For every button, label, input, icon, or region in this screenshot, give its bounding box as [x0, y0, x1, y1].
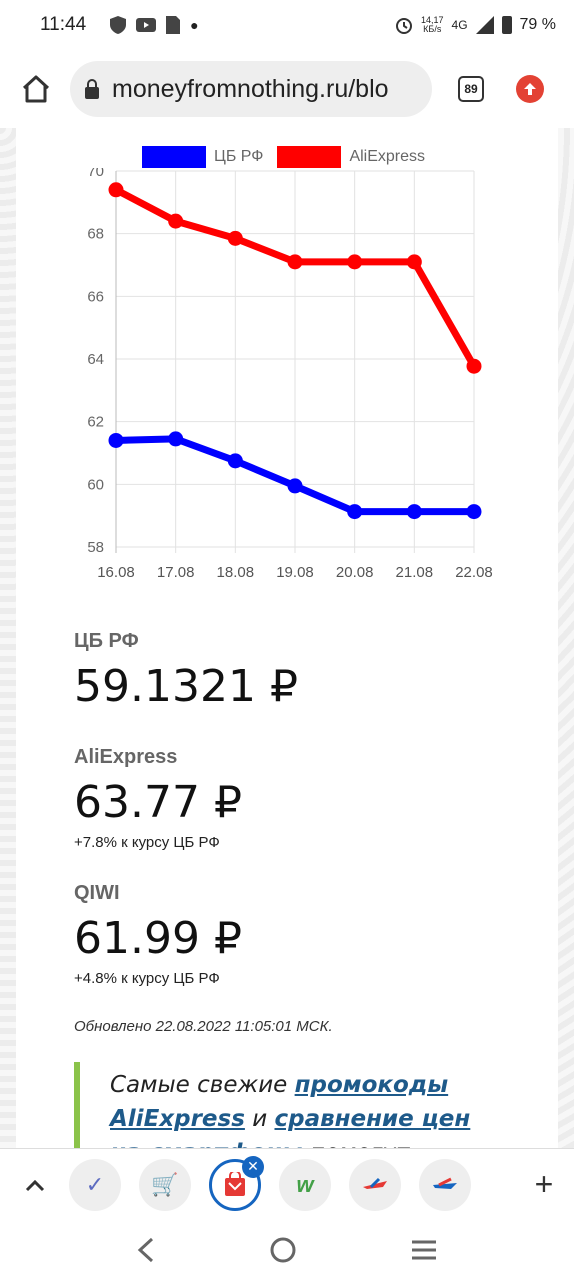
data-point-1 — [168, 213, 184, 229]
lock-icon — [85, 79, 99, 99]
plane-icon — [363, 1177, 387, 1189]
chevron-up-icon — [25, 1179, 45, 1191]
signal-icon — [475, 16, 494, 34]
content-card: ЦБ РФ AliExpress 70 68 66 64 62 60 58 16.08 17.0… — [16, 128, 558, 1148]
expand-tabs-button[interactable] — [10, 1178, 60, 1192]
tab-strip: ✓ 🛒 ✕ w + — [0, 1148, 574, 1220]
browser-toolbar: moneyfromnothing.ru/blo 89 — [0, 50, 574, 128]
tab-favicon-2[interactable]: 🛒 — [139, 1158, 191, 1211]
rate-diff-ali: +7.8% к курсу ЦБ РФ — [74, 834, 220, 851]
chart-legend: ЦБ РФ AliExpress — [142, 146, 425, 168]
shield-icon — [110, 16, 127, 34]
rate-chart: 70 68 66 64 62 60 58 16.08 17.08 18.08 19.08 20.08 2… — [87, 168, 493, 581]
quote-text-mid: и — [244, 1106, 275, 1132]
x-tick-label: 16.08 — [97, 564, 135, 581]
data-point-1 — [347, 254, 363, 270]
new-tab-button[interactable]: + — [524, 1166, 564, 1203]
arrow-up-icon — [524, 83, 536, 95]
data-point-0 — [108, 432, 124, 448]
data-point-0 — [168, 431, 184, 447]
legend-item-ali: AliExpress — [277, 146, 425, 168]
alarm-icon — [395, 18, 412, 34]
rate-label-cbr: ЦБ РФ — [74, 630, 139, 652]
tab-favicon-active[interactable]: ✕ — [209, 1155, 264, 1211]
legend-label-cbr: ЦБ РФ — [214, 148, 264, 165]
tab-favicon-5[interactable] — [349, 1158, 401, 1211]
youtube-icon — [136, 18, 157, 32]
close-tab-icon[interactable]: ✕ — [242, 1155, 264, 1178]
y-tick-label: 64 — [87, 351, 104, 368]
updated-timestamp: Обновлено 22.08.2022 11:05:01 МСК. — [74, 1018, 333, 1035]
tab-switcher-button[interactable]: 89 — [458, 76, 484, 102]
home-icon — [22, 75, 50, 103]
data-point-1 — [227, 230, 243, 246]
legend-item-cbr: ЦБ РФ — [142, 146, 263, 168]
cart-icon: 🛒 — [151, 1171, 179, 1197]
promo-quote: Самые свежие промокоды AliExpress и срав… — [74, 1062, 504, 1148]
battery-level: 79 % — [519, 16, 556, 33]
rate-value-ali: 63.77 ₽ — [74, 777, 242, 828]
y-tick-label: 60 — [87, 476, 104, 493]
rate-block-cbr: ЦБ РФ 59.1321 ₽ — [74, 630, 298, 712]
status-time: 11:44 — [40, 14, 87, 35]
y-tick-label: 70 — [87, 168, 104, 180]
update-button[interactable] — [516, 75, 544, 103]
y-tick-label: 58 — [87, 539, 104, 556]
y-tick-label: 62 — [87, 414, 104, 431]
network-type: 4G — [451, 18, 468, 32]
recents-icon[interactable] — [410, 1239, 438, 1261]
tab-favicon-1[interactable]: ✓ — [69, 1158, 121, 1211]
rate-label-qiwi: QIWI — [74, 882, 120, 904]
data-point-1 — [466, 358, 482, 374]
home-circle-icon[interactable] — [269, 1236, 297, 1264]
network-speed: 14,17 КБ/s — [420, 15, 444, 34]
address-bar[interactable]: moneyfromnothing.ru/blo — [70, 61, 432, 117]
data-point-1 — [287, 254, 303, 270]
checkmark-icon: ✓ — [85, 1171, 105, 1197]
x-tick-label: 21.08 — [396, 564, 434, 581]
rate-block-qiwi: QIWI 61.99 ₽ +4.8% к курсу ЦБ РФ — [74, 882, 242, 987]
url-text: moneyfromnothing.ru/blo — [112, 74, 389, 103]
data-point-0 — [347, 504, 363, 520]
back-icon[interactable] — [136, 1237, 156, 1263]
battery-icon — [501, 16, 512, 34]
x-tick-label: 20.08 — [336, 564, 374, 581]
quote-text-before: Самые свежие — [110, 1072, 295, 1098]
y-tick-label: 66 — [87, 288, 104, 305]
data-point-0 — [406, 504, 422, 520]
rate-diff-qiwi: +4.8% к курсу ЦБ РФ — [74, 970, 220, 987]
quote-text-after: помогут — [302, 1140, 410, 1148]
data-point-0 — [287, 478, 303, 494]
plane-icon-2 — [433, 1177, 457, 1189]
rate-value-qiwi: 61.99 ₽ — [74, 913, 242, 964]
x-tick-label: 18.08 — [217, 564, 255, 581]
status-bar: 11:44 ● 14,17 КБ/s 4G 79 % — [0, 0, 574, 50]
legend-swatch-ali — [277, 146, 342, 168]
data-point-0 — [466, 504, 482, 520]
legend-label-ali: AliExpress — [349, 148, 426, 165]
tab-favicon-4[interactable]: w — [279, 1158, 331, 1211]
web-page[interactable]: ЦБ РФ AliExpress 70 68 66 64 62 60 58 16.08 17.0… — [0, 128, 574, 1148]
notification-dot-icon: ● — [190, 17, 199, 33]
x-tick-label: 22.08 — [455, 564, 493, 581]
x-tick-label: 17.08 — [157, 564, 195, 581]
rate-value-cbr: 59.1321 ₽ — [74, 661, 298, 712]
data-point-0 — [227, 453, 243, 469]
sim-card-icon — [166, 16, 181, 34]
x-tick-label: 19.08 — [276, 564, 314, 581]
rate-block-ali: AliExpress 63.77 ₽ +7.8% к курсу ЦБ РФ — [74, 746, 242, 851]
legend-swatch-cbr — [142, 146, 206, 168]
aliexpress-bag-icon — [225, 1171, 245, 1196]
tab-favicon-6[interactable] — [419, 1158, 471, 1211]
data-point-1 — [406, 254, 422, 270]
system-nav-bar — [0, 1220, 574, 1280]
rate-label-ali: AliExpress — [74, 746, 178, 768]
w-logo-icon: w — [296, 1171, 314, 1197]
y-tick-label: 68 — [87, 226, 104, 243]
home-button[interactable] — [14, 67, 58, 111]
data-point-1 — [108, 182, 124, 198]
